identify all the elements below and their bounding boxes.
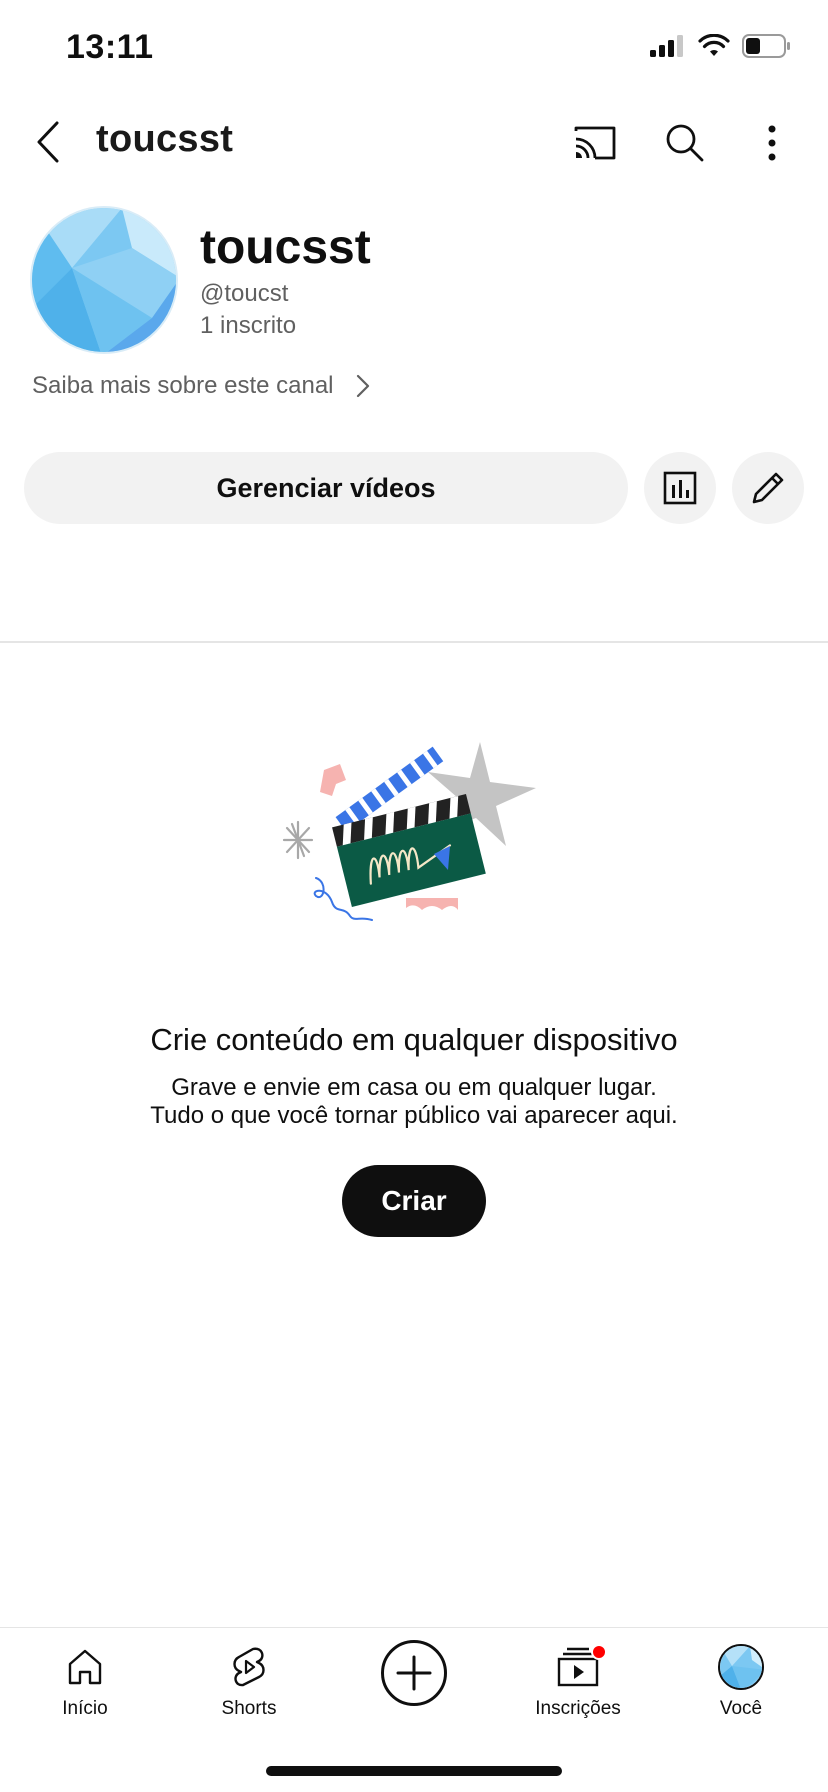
cast-icon (574, 126, 616, 160)
about-channel-link[interactable]: Saiba mais sobre este canal (32, 372, 370, 400)
shorts-icon (233, 1647, 265, 1687)
nav-home[interactable]: Início (25, 1642, 145, 1720)
avatar (718, 1644, 764, 1690)
channel-header: toucsst (0, 100, 828, 184)
nav-shorts-label: Shorts (221, 1698, 277, 1719)
plus-icon (396, 1655, 432, 1691)
chevron-right-icon (356, 374, 369, 398)
home-icon-wrap (67, 1642, 103, 1692)
channel-avatar[interactable] (30, 206, 178, 354)
cellular-signal-icon (650, 35, 683, 57)
search-icon (666, 124, 704, 162)
nav-subscriptions[interactable]: Inscrições (518, 1642, 638, 1720)
analytics-icon (663, 471, 697, 505)
create-button-label: Criar (381, 1185, 447, 1216)
clapperboard-illustration (282, 742, 536, 921)
channel-handle: @toucst (200, 280, 289, 307)
notification-dot (591, 1644, 607, 1660)
nav-create-button[interactable] (381, 1640, 447, 1706)
nav-shorts[interactable]: Shorts (189, 1642, 309, 1720)
status-bar: 13:11 (0, 0, 828, 100)
section-divider (0, 641, 828, 643)
manage-videos-button[interactable]: Gerenciar vídeos (24, 452, 628, 524)
empty-state-description: Grave e envie em casa ou em qualquer lug… (0, 1074, 828, 1130)
back-button[interactable] (28, 118, 68, 166)
header-title: toucsst (96, 118, 234, 160)
battery-icon (742, 34, 790, 58)
shorts-icon-wrap (231, 1642, 267, 1692)
you-avatar-wrap (718, 1642, 764, 1692)
manage-videos-label: Gerenciar vídeos (216, 472, 436, 503)
cast-button[interactable] (570, 118, 620, 168)
wifi-icon (698, 34, 730, 56)
avatar-small-image (720, 1646, 762, 1688)
empty-state-title: Crie conteúdo em qualquer dispositivo (150, 1022, 678, 1057)
nav-you[interactable]: Você (681, 1642, 801, 1720)
nav-you-label: Você (719, 1698, 763, 1719)
empty-state-line-2: Tudo o que você tornar público vai apare… (150, 1102, 678, 1129)
pencil-icon (752, 472, 784, 504)
avatar-image (32, 208, 176, 352)
status-time: 13:11 (66, 28, 154, 66)
analytics-button[interactable] (644, 452, 716, 524)
empty-state-line-1: Grave e envie em casa ou em qualquer lug… (171, 1074, 657, 1101)
search-button[interactable] (660, 118, 710, 168)
nav-home-label: Início (62, 1698, 108, 1719)
subscriptions-icon-wrap (557, 1642, 607, 1692)
create-button[interactable]: Criar (342, 1165, 486, 1237)
about-channel-label: Saiba mais sobre este canal (32, 372, 334, 399)
channel-name: toucsst (200, 221, 371, 274)
status-icons (650, 34, 792, 58)
chevron-left-icon (37, 121, 59, 163)
home-indicator (266, 1766, 562, 1776)
more-vertical-icon (768, 125, 776, 161)
home-icon (68, 1649, 102, 1685)
nav-subscriptions-label: Inscrições (535, 1698, 621, 1719)
more-options-button[interactable] (747, 118, 797, 168)
subscriber-count: 1 inscrito (200, 312, 297, 339)
edit-channel-button[interactable] (732, 452, 804, 524)
